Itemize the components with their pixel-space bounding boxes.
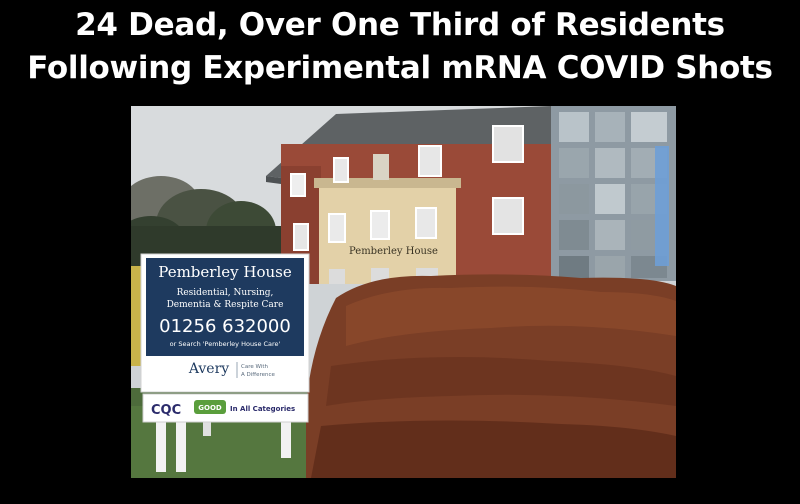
cqc-rating-badge: GOOD: [198, 404, 222, 412]
sign-tagline-line-1: Care With: [241, 364, 268, 370]
headline-line-1: 24 Dead, Over One Third of Residents: [75, 7, 725, 43]
care-home-photo: Pemberley House Pemberley House Resident…: [131, 106, 676, 478]
headline: 24 Dead, Over One Third of Residents Fol…: [0, 4, 800, 90]
sign-brand-logo: Avery: [188, 361, 229, 377]
sign-name: Pemberley House: [158, 263, 292, 281]
sign-phone-number: 01256 632000: [159, 316, 291, 337]
care-home-sign: Pemberley House Residential, Nursing, De…: [140, 253, 310, 423]
sign-tagline-line-2: A Difference: [241, 372, 275, 378]
brick-building: Pemberley House: [281, 125, 551, 284]
headline-line-2: Following Experimental mRNA COVID Shots: [27, 50, 773, 86]
cqc-rating-scope: In All Categories: [230, 405, 295, 413]
copper-beech-hedge: [306, 274, 676, 478]
sign-services-line-1: Residential, Nursing,: [177, 288, 274, 298]
building-name-sign: Pemberley House: [349, 246, 438, 257]
sign-services-line-2: Dementia & Respite Care: [167, 300, 284, 310]
glass-wing: [551, 106, 676, 281]
sign-search-hint: or Search 'Pemberley House Care': [170, 340, 281, 348]
cqc-label: CQC: [151, 403, 181, 418]
